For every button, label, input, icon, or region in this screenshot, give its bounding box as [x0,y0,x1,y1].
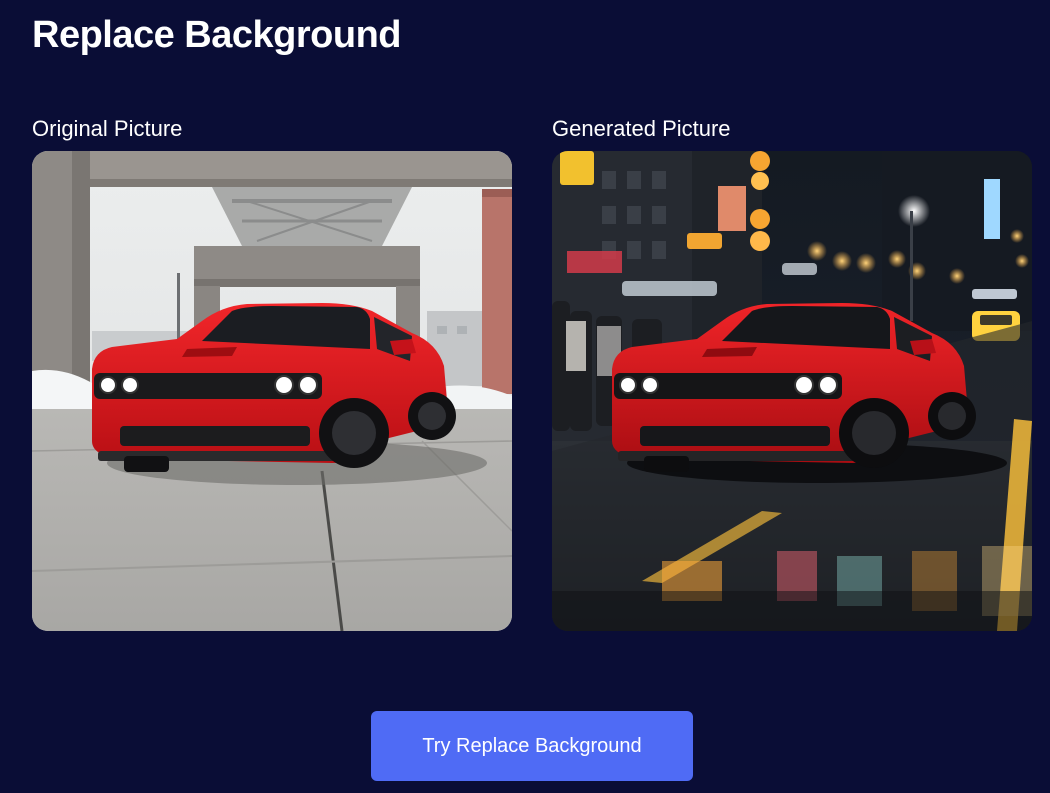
generated-picture-image [552,151,1032,631]
generated-panel: Generated Picture [552,112,1032,631]
generated-picture-label: Generated Picture [552,116,731,141]
page-title: Replace Background [32,14,402,56]
original-picture-label: Original Picture [32,116,183,141]
original-picture [32,151,512,631]
original-panel: Original Picture [32,112,512,631]
generated-picture [552,151,1032,631]
original-picture-image [32,151,512,631]
try-replace-background-button[interactable]: Try Replace Background [371,711,693,781]
